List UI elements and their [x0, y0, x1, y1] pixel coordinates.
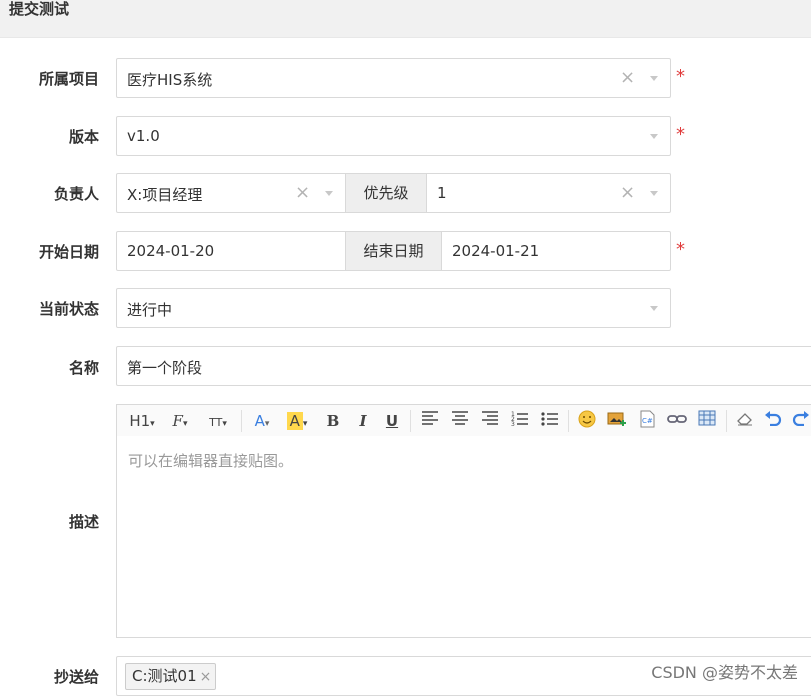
- eraser-icon[interactable]: [734, 410, 756, 432]
- clear-icon[interactable]: ×: [620, 67, 635, 88]
- bold-icon[interactable]: B: [324, 410, 342, 432]
- align-left-icon[interactable]: [419, 410, 441, 432]
- start-date-input[interactable]: 2024-01-20: [127, 242, 214, 260]
- font-family-icon[interactable]: F▾: [167, 410, 193, 432]
- clear-icon[interactable]: ×: [620, 182, 635, 203]
- version-label: 版本: [68, 128, 99, 146]
- name-value: 第一个阶段: [127, 359, 203, 377]
- redo-icon[interactable]: [791, 410, 811, 432]
- font-size-icon[interactable]: TT▾: [203, 410, 233, 432]
- project-value: 医疗HIS系统: [127, 71, 213, 89]
- watermark: CSDN @姿势不太差: [651, 663, 798, 682]
- project-select[interactable]: 医疗HIS系统 ×: [116, 58, 671, 98]
- emoji-icon[interactable]: [576, 410, 598, 432]
- cc-tag-label: C:测试01: [132, 667, 197, 685]
- table-icon[interactable]: [696, 410, 718, 432]
- owner-value[interactable]: X:项目经理: [127, 184, 202, 205]
- description-label: 描述: [68, 513, 99, 531]
- description-editor[interactable]: 可以在编辑器直接贴图。: [116, 436, 811, 638]
- image-icon[interactable]: [606, 410, 628, 432]
- highlight-icon[interactable]: A ▾: [284, 410, 310, 432]
- align-right-icon[interactable]: [479, 410, 501, 432]
- start-date-label: 开始日期: [38, 243, 99, 261]
- chevron-down-icon[interactable]: [650, 306, 658, 311]
- end-date-addon: 结束日期: [345, 232, 442, 270]
- required-marker: *: [676, 66, 685, 87]
- remove-tag-icon[interactable]: ×: [200, 669, 212, 685]
- priority-addon: 优先级: [345, 174, 427, 212]
- chevron-down-icon[interactable]: [650, 76, 658, 81]
- editor-placeholder: 可以在编辑器直接贴图。: [128, 452, 294, 470]
- svg-text:C#: C#: [642, 417, 653, 425]
- align-center-icon[interactable]: [449, 410, 471, 432]
- status-select[interactable]: 进行中: [116, 288, 671, 328]
- undo-icon[interactable]: [763, 410, 783, 432]
- editor-toolbar: H1▾ F▾ TT▾ A▾ A ▾ B I U 123 C#: [116, 404, 811, 437]
- name-input[interactable]: 第一个阶段: [116, 346, 811, 386]
- version-value: v1.0: [127, 127, 160, 145]
- cc-label: 抄送给: [53, 668, 99, 686]
- clear-icon[interactable]: ×: [295, 182, 310, 203]
- underline-icon[interactable]: U: [383, 410, 401, 432]
- toolbar-separator: [410, 410, 411, 432]
- font-color-icon[interactable]: A▾: [250, 410, 274, 432]
- owner-priority-group: X:项目经理 × 优先级 1 ×: [116, 173, 671, 213]
- toolbar-separator: [241, 410, 242, 432]
- name-label: 名称: [68, 359, 99, 377]
- priority-value[interactable]: 1: [437, 184, 447, 202]
- header-bar: 提交测试: [0, 0, 811, 38]
- ordered-list-icon[interactable]: 123: [509, 410, 531, 432]
- svg-text:3: 3: [511, 421, 515, 428]
- project-label: 所属项目: [38, 70, 99, 88]
- cc-tag: C:测试01 ×: [125, 663, 217, 690]
- required-marker: *: [676, 239, 685, 260]
- end-date-input[interactable]: 2024-01-21: [452, 242, 539, 260]
- italic-icon[interactable]: I: [354, 410, 372, 432]
- toolbar-separator: [568, 410, 569, 432]
- status-label: 当前状态: [38, 300, 99, 318]
- status-value: 进行中: [127, 301, 173, 319]
- page-title: 提交测试: [9, 0, 70, 18]
- heading-icon[interactable]: H1▾: [127, 410, 157, 432]
- code-icon[interactable]: C#: [636, 410, 658, 432]
- toolbar-separator: [726, 410, 727, 432]
- chevron-down-icon[interactable]: [650, 134, 658, 139]
- chevron-down-icon[interactable]: [325, 191, 333, 196]
- version-select[interactable]: v1.0: [116, 116, 671, 156]
- unordered-list-icon[interactable]: [539, 410, 561, 432]
- owner-label: 负责人: [53, 185, 99, 203]
- link-icon[interactable]: [666, 410, 688, 432]
- date-range-group: 2024-01-20 结束日期 2024-01-21: [116, 231, 671, 271]
- chevron-down-icon[interactable]: [650, 191, 658, 196]
- required-marker: *: [676, 124, 685, 145]
